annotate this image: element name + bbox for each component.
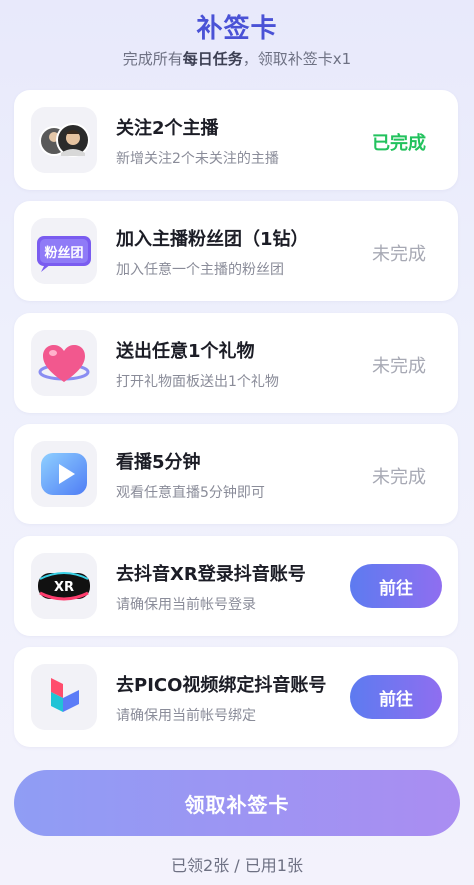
- task-desc: 请确保用当前帐号绑定: [116, 708, 256, 724]
- task-title: 去PICO视频绑定抖音账号: [116, 675, 327, 696]
- task-title: 去抖音XR登录抖音账号: [116, 564, 306, 585]
- task-card-follow: 关注2个主播 新增关注2个未关注的主播 已完成: [14, 90, 458, 190]
- page-subtitle: 完成所有每日任务，领取补签卡x1: [0, 48, 474, 69]
- status-todo: 未完成: [372, 244, 426, 265]
- task-desc: 观看任意直播5分钟即可: [116, 485, 265, 501]
- task-desc: 打开礼物面板送出1个礼物: [116, 374, 279, 390]
- task-title: 关注2个主播: [116, 118, 219, 139]
- task-desc: 请确保用当前帐号登录: [116, 597, 256, 613]
- task-title: 加入主播粉丝团（1钻）: [116, 229, 309, 250]
- claim-usage-summary: 已领2张 / 已用1张: [171, 856, 303, 875]
- task-desc: 新增关注2个未关注的主播: [116, 151, 279, 167]
- status-todo: 未完成: [372, 467, 426, 488]
- page-title: 补签卡: [196, 14, 278, 44]
- task-card-xr: XR 去抖音XR登录抖音账号 请确保用当前帐号登录 前往: [14, 536, 458, 636]
- claim-makeup-card-button[interactable]: 领取补签卡: [14, 770, 460, 836]
- subtitle-suffix: ，领取补签卡x1: [242, 50, 352, 68]
- subtitle-highlight: 每日任务: [182, 50, 243, 68]
- task-title: 送出任意1个礼物: [116, 341, 255, 362]
- task-desc: 加入任意一个主播的粉丝团: [116, 262, 284, 278]
- go-xr-button[interactable]: 前往: [350, 564, 442, 608]
- status-todo: 未完成: [372, 356, 426, 377]
- task-card-watch: 看播5分钟 观看任意直播5分钟即可 未完成: [14, 424, 458, 524]
- play-icon: [31, 441, 97, 507]
- go-pico-button[interactable]: 前往: [350, 675, 442, 719]
- xr-headset-icon: XR: [31, 553, 97, 619]
- task-title: 看播5分钟: [116, 452, 201, 473]
- avatars-icon: [31, 107, 97, 173]
- fan-club-badge-text: 粉丝团: [44, 245, 83, 261]
- xr-logo-text: XR: [54, 580, 74, 595]
- task-card-pico: 去PICO视频绑定抖音账号 请确保用当前帐号绑定 前往: [14, 647, 458, 747]
- task-card-fan-club: 粉丝团 加入主播粉丝团（1钻） 加入任意一个主播的粉丝团 未完成: [14, 201, 458, 301]
- heart-gift-icon: [31, 330, 97, 396]
- fan-club-badge-icon: 粉丝团: [31, 218, 97, 284]
- pico-video-icon: [31, 664, 97, 730]
- status-done: 已完成: [372, 133, 426, 154]
- subtitle-prefix: 完成所有: [122, 50, 183, 68]
- task-card-gift: 送出任意1个礼物 打开礼物面板送出1个礼物 未完成: [14, 313, 458, 413]
